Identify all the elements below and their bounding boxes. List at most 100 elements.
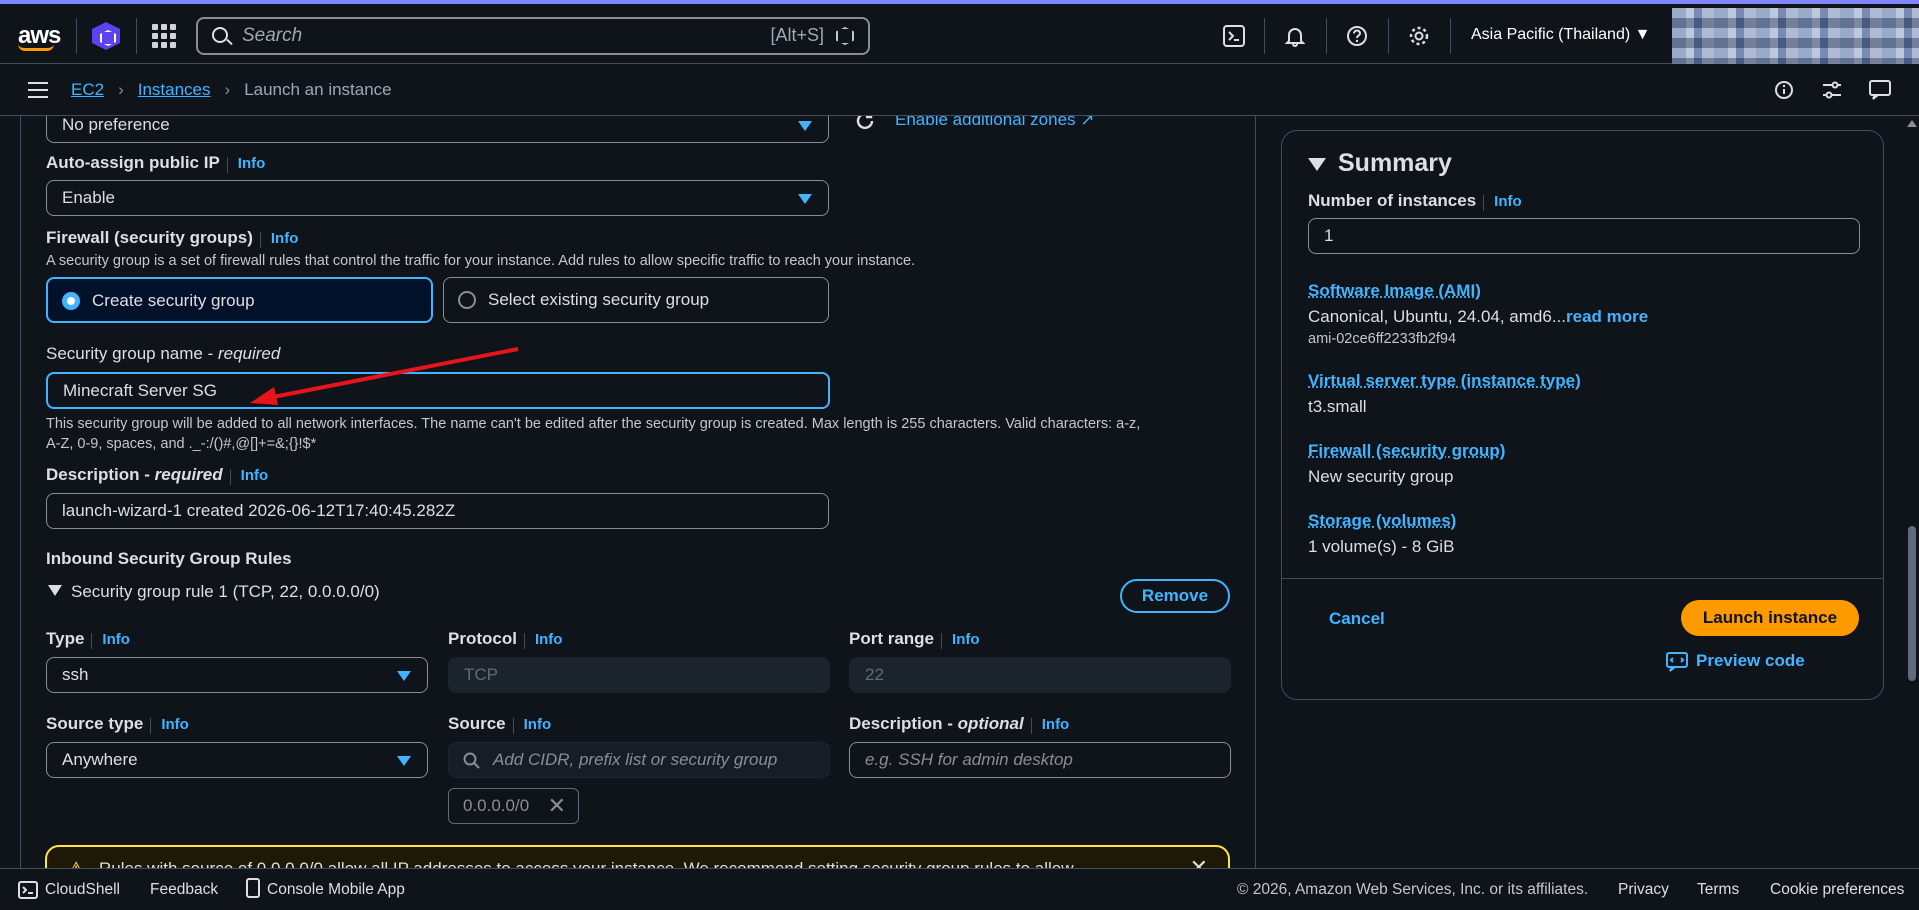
auto-ip-select[interactable]: Enable bbox=[46, 180, 829, 216]
firewall-value: New security group bbox=[1308, 467, 1454, 486]
refresh-icon[interactable] bbox=[854, 116, 876, 132]
info-link[interactable]: Info bbox=[241, 467, 269, 484]
enable-zones-link[interactable]: Enable additional zones ↗ bbox=[895, 116, 1095, 130]
create-security-group-radio[interactable]: Create security group bbox=[46, 277, 433, 323]
close-icon[interactable]: ✕ bbox=[548, 793, 566, 819]
settings-panel-icon[interactable] bbox=[1820, 78, 1844, 102]
scroll-up-icon[interactable] bbox=[1907, 120, 1917, 127]
chevron-right-icon: › bbox=[118, 80, 124, 99]
expand-toggle-icon[interactable] bbox=[48, 585, 62, 596]
storage-value: 1 volume(s) - 8 GiB bbox=[1308, 537, 1455, 556]
ami-value: Canonical, Ubuntu, 24.04, amd6... bbox=[1308, 307, 1566, 326]
auto-ip-label: Auto-assign public IP Info bbox=[46, 153, 265, 173]
help-icon[interactable] bbox=[1343, 22, 1371, 50]
type-label-text: Type bbox=[46, 629, 85, 648]
preview-code-button[interactable]: Preview code bbox=[1666, 651, 1805, 672]
search-input[interactable] bbox=[242, 23, 702, 49]
rule-description-input[interactable]: e.g. SSH for admin desktop bbox=[849, 742, 1231, 778]
aws-logo[interactable]: aws bbox=[18, 22, 61, 51]
menu-icon[interactable] bbox=[28, 82, 48, 98]
footer-cookies[interactable]: Cookie preferences bbox=[1770, 881, 1904, 899]
read-more-link[interactable]: read more bbox=[1566, 307, 1648, 326]
info-link[interactable]: Info bbox=[535, 631, 563, 648]
description-input[interactable]: launch-wizard-1 created 2026-06-12T17:40… bbox=[46, 493, 829, 529]
info-link[interactable]: Info bbox=[161, 716, 189, 733]
divider bbox=[1450, 18, 1451, 54]
page-scrollbar[interactable] bbox=[1905, 116, 1919, 868]
auto-ip-text: Auto-assign public IP bbox=[46, 153, 220, 172]
search-bar[interactable]: [Alt+S] bbox=[196, 17, 870, 55]
footer-privacy[interactable]: Privacy bbox=[1618, 881, 1669, 899]
sg-name-value: Minecraft Server SG bbox=[63, 381, 217, 400]
firewall-text: Firewall (security groups) bbox=[46, 228, 253, 247]
instance-type-link[interactable]: Virtual server type (instance type) bbox=[1308, 371, 1581, 391]
collapse-toggle-icon[interactable] bbox=[1308, 158, 1326, 171]
source-input[interactable]: Add CIDR, prefix list or security group bbox=[448, 742, 830, 778]
bell-icon[interactable] bbox=[1281, 22, 1309, 50]
footer-cloudshell[interactable]: CloudShell bbox=[45, 881, 120, 899]
port-range-field: 22 bbox=[849, 657, 1231, 693]
scrollbar-thumb[interactable] bbox=[1908, 526, 1916, 681]
info-link[interactable]: Info bbox=[102, 631, 130, 648]
sg-name-help: This security group will be added to all… bbox=[46, 414, 1140, 454]
source-type-select[interactable]: Anywhere bbox=[46, 742, 428, 778]
port-value: 22 bbox=[865, 665, 884, 684]
firewall-link[interactable]: Firewall (security group) bbox=[1308, 441, 1505, 461]
info-link[interactable]: Info bbox=[271, 230, 299, 247]
services-grid-icon[interactable] bbox=[152, 24, 176, 48]
annotation-arrow bbox=[250, 347, 519, 405]
info-link[interactable]: Info bbox=[1494, 193, 1522, 210]
create-sg-label: Create security group bbox=[92, 291, 255, 310]
remove-rule-button[interactable]: Remove bbox=[1120, 579, 1230, 613]
search-shortcut: [Alt+S] bbox=[770, 25, 824, 45]
footer-mobile-app[interactable]: Console Mobile App bbox=[267, 881, 405, 899]
divider bbox=[1388, 18, 1389, 54]
source-placeholder: Add CIDR, prefix list or security group bbox=[493, 750, 778, 769]
breadcrumb-ec2[interactable]: EC2 bbox=[71, 80, 104, 100]
auto-ip-value: Enable bbox=[62, 188, 115, 207]
gear-icon[interactable] bbox=[1405, 22, 1433, 50]
region-selector[interactable]: Asia Pacific (Thailand) ▼ bbox=[1471, 26, 1650, 44]
storage-link[interactable]: Storage (volumes) bbox=[1308, 511, 1456, 531]
launch-instance-button[interactable]: Launch instance bbox=[1681, 600, 1859, 636]
amazon-q-icon[interactable] bbox=[92, 22, 120, 50]
software-image-link[interactable]: Software Image (AMI) bbox=[1308, 281, 1481, 301]
footer-copyright: © 2026, Amazon Web Services, Inc. or its… bbox=[1237, 881, 1589, 898]
ami-description: Canonical, Ubuntu, 24.04, amd6...read mo… bbox=[1308, 307, 1648, 327]
az-value: No preference bbox=[62, 116, 170, 134]
code-icon bbox=[1666, 652, 1688, 672]
breadcrumb-instances[interactable]: Instances bbox=[138, 80, 211, 100]
cloudshell-icon[interactable] bbox=[1220, 22, 1248, 50]
radio-empty-icon bbox=[458, 291, 476, 309]
amazon-q-search-icon[interactable] bbox=[836, 27, 854, 45]
breadcrumb-current: Launch an instance bbox=[244, 80, 392, 99]
port-label-text: Port range bbox=[849, 629, 935, 648]
preview-code-label: Preview code bbox=[1696, 651, 1805, 670]
source-type-label-text: Source type bbox=[46, 714, 144, 733]
breadcrumb-bar: EC2 › Instances › Launch an instance bbox=[0, 64, 1919, 116]
info-link[interactable]: Info bbox=[1042, 716, 1070, 733]
protocol-label-text: Protocol bbox=[448, 629, 517, 648]
num-instances-input[interactable]: 1 bbox=[1308, 218, 1860, 254]
caret-down-icon bbox=[397, 671, 411, 681]
info-link[interactable]: Info bbox=[952, 631, 980, 648]
availability-zone-select[interactable]: No preference bbox=[46, 116, 829, 143]
summary-panel: Summary Number of instances Info 1 Softwa… bbox=[1281, 130, 1884, 700]
cancel-button[interactable]: Cancel bbox=[1329, 609, 1385, 629]
source-token-value: 0.0.0.0/0 bbox=[463, 796, 530, 815]
radio-selected-icon bbox=[62, 292, 80, 310]
footer-terms[interactable]: Terms bbox=[1697, 881, 1739, 899]
rule-type-select[interactable]: ssh bbox=[46, 657, 428, 693]
account-avatar[interactable] bbox=[1672, 8, 1919, 68]
optional-marker: optional bbox=[957, 714, 1024, 733]
info-link[interactable]: Info bbox=[238, 155, 266, 172]
info-link[interactable]: Info bbox=[524, 716, 552, 733]
footer-feedback[interactable]: Feedback bbox=[150, 881, 218, 899]
enable-zones-text: Enable additional zones bbox=[895, 116, 1076, 129]
select-existing-sg-radio[interactable]: Select existing security group bbox=[443, 277, 829, 323]
region-label: Asia Pacific (Thailand) bbox=[1471, 26, 1631, 43]
info-panel-icon[interactable] bbox=[1772, 78, 1796, 102]
console-footer: CloudShell Feedback Console Mobile App ©… bbox=[0, 868, 1919, 910]
firewall-label: Firewall (security groups) Info bbox=[46, 228, 298, 248]
feedback-panel-icon[interactable] bbox=[1868, 78, 1892, 102]
